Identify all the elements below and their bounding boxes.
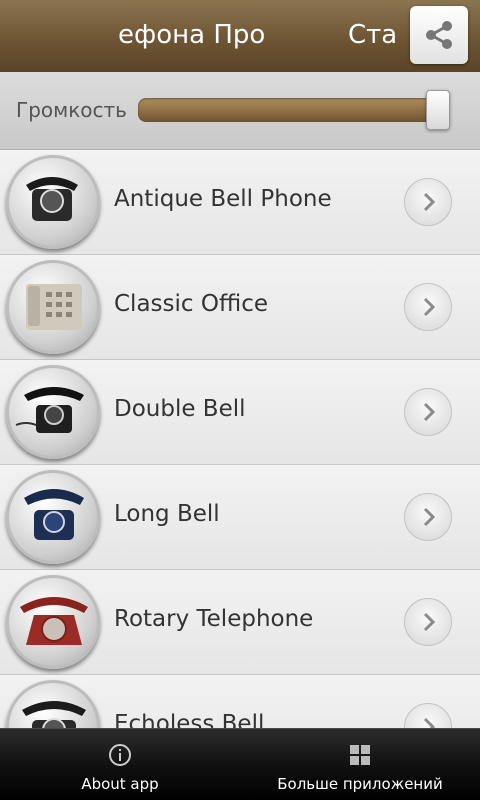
list-item[interactable]: Long Bell (0, 465, 480, 570)
share-button[interactable] (410, 6, 468, 64)
chevron-right-icon[interactable] (404, 388, 452, 436)
office-phone-icon (6, 260, 100, 354)
long-bell-phone-icon (6, 470, 100, 564)
echoless-phone-icon (6, 680, 100, 728)
list-item[interactable]: Rotary Telephone (0, 570, 480, 675)
list-item-label: Long Bell (114, 501, 220, 527)
list-item[interactable]: Echoless Bell (0, 675, 480, 728)
volume-bar: Громкость (0, 72, 480, 150)
list-item[interactable]: Double Bell (0, 360, 480, 465)
share-icon (426, 21, 452, 49)
bottom-bar: About app Больше приложений (0, 728, 480, 800)
app-title: ефона Про Ста (0, 18, 480, 58)
title-left: ефона Про (118, 20, 266, 50)
volume-slider[interactable] (138, 90, 450, 130)
list-item-label: Echoless Bell (114, 711, 265, 728)
list-item-label: Antique Bell Phone (114, 186, 332, 212)
chevron-right-icon[interactable] (404, 283, 452, 331)
app-header: ефона Про Ста (0, 0, 480, 72)
about-app-label: About app (81, 775, 159, 793)
list-item-label: Rotary Telephone (114, 606, 314, 632)
rotary-phone-icon (6, 575, 100, 669)
about-app-button[interactable]: About app (0, 729, 240, 800)
ringtone-list: Antique Bell Phone Classic Office Double… (0, 150, 480, 728)
info-icon (109, 744, 131, 766)
double-bell-phone-icon (6, 365, 100, 459)
list-item[interactable]: Antique Bell Phone (0, 150, 480, 255)
antique-phone-icon (6, 155, 100, 249)
list-item-label: Classic Office (114, 291, 268, 317)
more-apps-button[interactable]: Больше приложений (240, 729, 480, 800)
list-item[interactable]: Classic Office (0, 255, 480, 360)
chevron-right-icon[interactable] (404, 493, 452, 541)
list-item-label: Double Bell (114, 396, 246, 422)
title-right: Ста (348, 20, 398, 50)
chevron-right-icon[interactable] (404, 598, 452, 646)
grid-icon (350, 745, 370, 765)
chevron-right-icon[interactable] (404, 178, 452, 226)
chevron-right-icon[interactable] (404, 703, 452, 728)
volume-slider-thumb[interactable] (426, 90, 450, 130)
volume-slider-track[interactable] (138, 98, 448, 122)
volume-label: Громкость (16, 98, 127, 122)
more-apps-label: Больше приложений (277, 775, 443, 793)
